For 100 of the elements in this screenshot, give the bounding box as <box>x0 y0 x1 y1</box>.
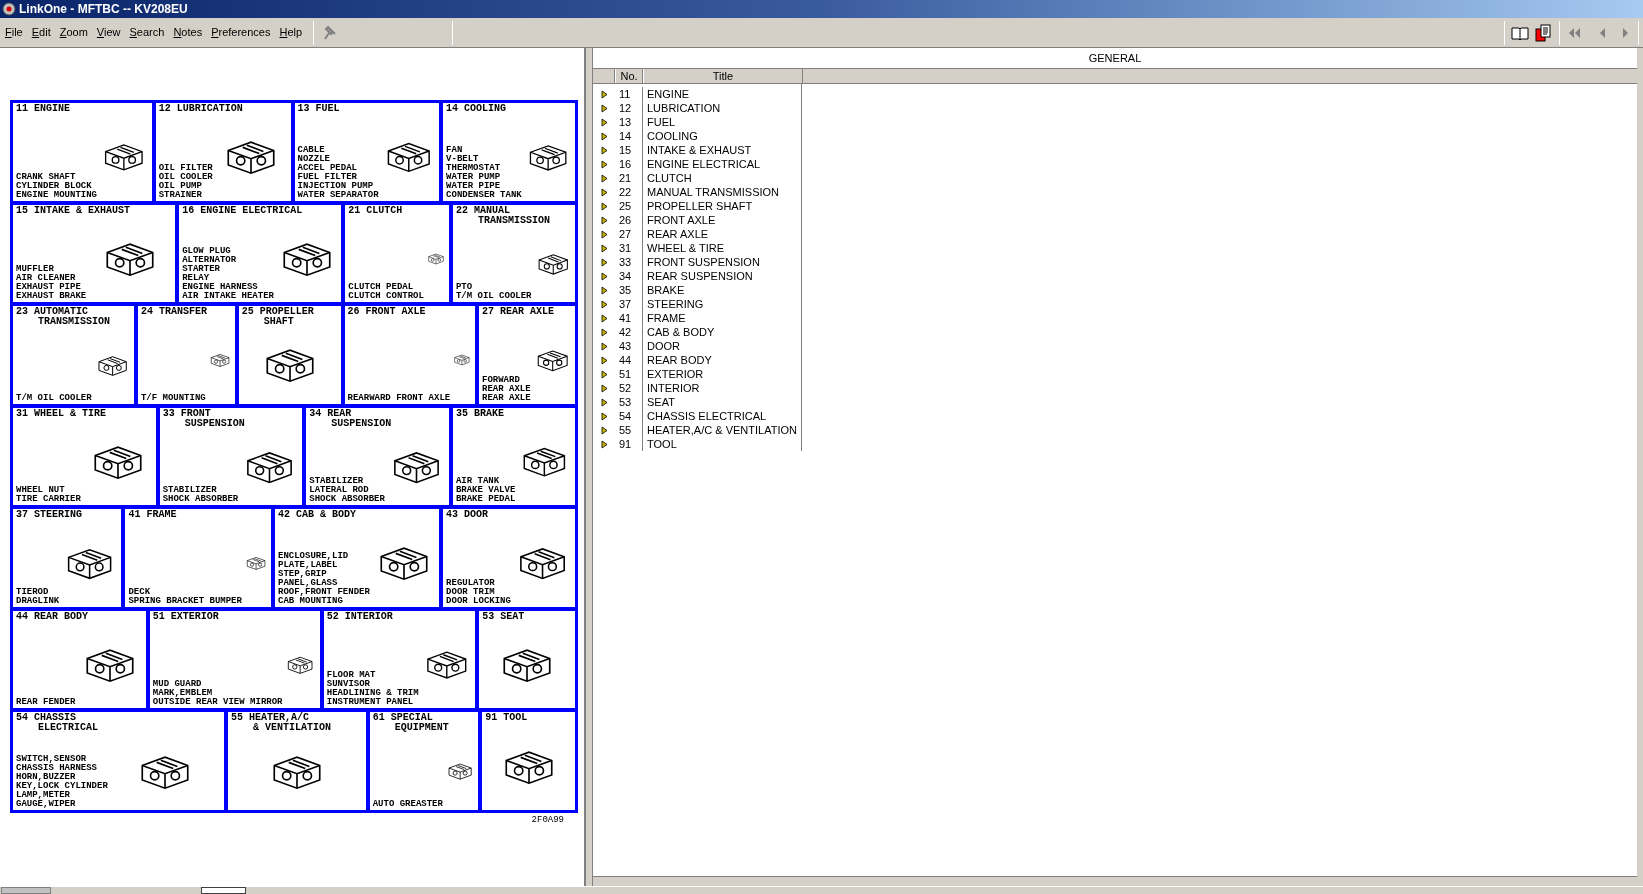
collapsed-arrow-icon[interactable] <box>599 187 609 197</box>
collapsed-arrow-icon[interactable] <box>599 397 609 407</box>
index-row[interactable]: 43 DOOR <box>593 339 801 353</box>
menu-item[interactable]: Zoom <box>59 24 88 41</box>
index-row[interactable]: 11 ENGINE <box>593 87 801 101</box>
collapsed-arrow-icon[interactable] <box>599 131 609 141</box>
index-row[interactable]: 15 INTAKE & EXHAUST <box>593 143 801 157</box>
collapsed-arrow-icon[interactable] <box>599 439 609 449</box>
collapsed-arrow-icon[interactable] <box>599 369 609 379</box>
collapsed-arrow-icon[interactable] <box>599 229 609 239</box>
index-row[interactable]: 51 EXTERIOR <box>593 367 801 381</box>
index-row[interactable]: 37 STEERING <box>593 297 801 311</box>
diagram-cell[interactable]: 25 PROPELLER SHAFT <box>238 306 341 404</box>
diagram-cell[interactable]: 55 HEATER,A/C & VENTILATION <box>227 712 366 811</box>
diagram-cell[interactable]: 23 AUTOMATIC TRANSMISSION T/M OIL COOLER <box>13 306 134 404</box>
index-row[interactable]: 91 TOOL <box>593 437 801 451</box>
index-row[interactable]: 12 LUBRICATION <box>593 101 801 115</box>
document-icon[interactable] <box>1535 23 1551 42</box>
index-row[interactable]: 22 MANUAL TRANSMISSION <box>593 185 801 199</box>
index-row[interactable]: 33 FRONT SUSPENSION <box>593 255 801 269</box>
index-row[interactable]: 14 COOLING <box>593 129 801 143</box>
diagram-cell[interactable]: 12 LUBRICATION OIL FILTER OIL COOLER OIL PUMP STRAINER <box>155 103 291 201</box>
collapsed-arrow-icon[interactable] <box>599 285 609 295</box>
collapsed-arrow-icon[interactable] <box>599 173 609 183</box>
diagram-cell[interactable]: 61 SPECIAL EQUIPMENT AUTO GREASTER <box>369 712 479 811</box>
menu-item[interactable]: File <box>5 24 23 41</box>
diagram-cell[interactable]: 43 DOOR REGULATOR DOOR TRIM DOOR LOCKING <box>443 509 575 607</box>
diagram-cell[interactable]: 41 FRAME DECK SPRING BRACKET BUMPER <box>125 509 271 607</box>
previous-icon[interactable] <box>1598 26 1606 39</box>
column-header[interactable]: No. <box>615 69 643 83</box>
index-row[interactable]: 34 REAR SUSPENSION <box>593 269 801 283</box>
collapsed-arrow-icon[interactable] <box>599 201 609 211</box>
collapsed-arrow-icon[interactable] <box>599 383 609 393</box>
diagram-cell[interactable]: 53 SEAT <box>479 610 575 709</box>
collapsed-arrow-icon[interactable] <box>599 425 609 435</box>
diagram-cell[interactable]: 22 MANUAL TRANSMISSION PTO T/M OIL COOLER <box>452 204 575 303</box>
collapsed-arrow-icon[interactable] <box>599 299 609 309</box>
collapsed-arrow-icon[interactable] <box>599 327 609 337</box>
menu-item[interactable]: Edit <box>31 24 51 41</box>
index-row[interactable]: 54 CHASSIS ELECTRICAL <box>593 409 801 423</box>
book-icon[interactable] <box>1511 24 1529 41</box>
index-row[interactable]: 41 FRAME <box>593 311 801 325</box>
collapsed-arrow-icon[interactable] <box>599 313 609 323</box>
diagram-cell[interactable]: 14 COOLING FAN V-BELT THERMOSTAT WATER PUMP WATER PIPE CONDENSER TANK <box>443 103 575 201</box>
next-icon[interactable] <box>1622 26 1630 39</box>
collapsed-arrow-icon[interactable] <box>599 257 609 267</box>
menu-item[interactable]: Search <box>129 24 165 41</box>
index-row[interactable]: 21 CLUTCH <box>593 171 801 185</box>
horizontal-scrollbar[interactable] <box>593 876 1637 886</box>
part-label: OIL COOLER <box>158 172 213 182</box>
diagram-cell[interactable]: 15 INTAKE & EXHAUST MUFFLER AIR CLEANER EXHAUST PIPE EXHAUST BRAKE <box>13 204 176 303</box>
collapsed-arrow-icon[interactable] <box>599 215 609 225</box>
collapsed-arrow-icon[interactable] <box>599 341 609 351</box>
collapsed-arrow-icon[interactable] <box>599 271 609 281</box>
diagram-cell[interactable]: 11 ENGINE CRANK SHAFT CYLINDER BLOCK ENGINE MOUNTING <box>13 103 152 201</box>
diagram-cell[interactable]: 35 BRAKE AIR TANK BRAKE VALVE BRAKE PEDAL <box>452 407 575 506</box>
taskbar-button[interactable] <box>201 887 246 894</box>
collapsed-arrow-icon[interactable] <box>599 159 609 169</box>
diagram-cell[interactable]: 51 EXTERIOR MUD GUARD MARK,EMBLEM OUTSIDE REAR VIEW MIRROR <box>149 610 320 709</box>
menu-item[interactable]: Notes <box>173 24 203 41</box>
collapsed-arrow-icon[interactable] <box>599 145 609 155</box>
diagram-cell[interactable]: 44 REAR BODY REAR FENDER <box>13 610 146 709</box>
diagram-cell[interactable]: 37 STEERING TIEROD DRAGLINK <box>13 509 122 607</box>
diagram-cell[interactable]: 52 INTERIOR FLOOR MAT SUNVISOR HEADLINING & TRIM INSTRUMENT PANEL <box>323 610 476 709</box>
menu-item[interactable]: View <box>96 24 121 41</box>
collapsed-arrow-icon[interactable] <box>599 243 609 253</box>
collapsed-arrow-icon[interactable] <box>599 117 609 127</box>
collapsed-arrow-icon[interactable] <box>599 355 609 365</box>
index-row[interactable]: 35 BRAKE <box>593 283 801 297</box>
index-row[interactable]: 53 SEAT <box>593 395 801 409</box>
diagram-cell[interactable]: 13 FUEL CABLE NOZZLE ACCEL PEDAL FUEL FILTER INJECTION PUMP WATER SEPARATOR <box>294 103 440 201</box>
index-row[interactable]: 31 WHEEL & TIRE <box>593 241 801 255</box>
diagram-cell[interactable]: 31 WHEEL & TIRE WHEEL NUT TIRE CARRIER <box>13 407 156 506</box>
index-row[interactable]: 44 REAR BODY <box>593 353 801 367</box>
index-row[interactable]: 16 ENGINE ELECTRICAL <box>593 157 801 171</box>
collapsed-arrow-icon[interactable] <box>599 411 609 421</box>
index-row[interactable]: 55 HEATER,A/C & VENTILATION <box>593 423 801 437</box>
collapsed-arrow-icon[interactable] <box>599 89 609 99</box>
section-title: STEERING <box>646 297 704 311</box>
menu-item[interactable]: Preferences <box>211 24 271 41</box>
first-page-icon[interactable] <box>1568 26 1582 39</box>
index-row[interactable]: 52 INTERIOR <box>593 381 801 395</box>
diagram-cell[interactable]: 54 CHASSIS ELECTRICAL SWITCH,SENSOR CHASSIS HARNESS HORN,BUZZER KEY,LOCK CYLINDER LAMP,METER GAUGE,WIPER <box>13 712 224 811</box>
diagram-cell[interactable]: 27 REAR AXLE FORWARD REAR AXLE REAR AXLE <box>479 306 575 404</box>
diagram-cell[interactable]: 24 TRANSFER T/F MOUNTING <box>137 306 235 404</box>
index-row[interactable]: 27 REAR AXLE <box>593 227 801 241</box>
diagram-cell[interactable]: 16 ENGINE ELECTRICAL GLOW PLUG ALTERNATOR STARTER RELAY ENGINE HARNESS AIR INTAKE HEATER <box>179 204 342 303</box>
diagram-cell[interactable]: 42 CAB & BODY ENCLOSURE,LID PLATE,LABEL STEP,GRIP PANEL,GLASS ROOF,FRONT FENDER CAB MOUNTING <box>275 509 440 607</box>
diagram-cell[interactable]: 91 TOOL <box>482 712 575 811</box>
index-row[interactable]: 42 CAB & BODY <box>593 325 801 339</box>
index-row[interactable]: 25 PROPELLER SHAFT <box>593 199 801 213</box>
collapsed-arrow-icon[interactable] <box>599 103 609 113</box>
diagram-cell[interactable]: 21 CLUTCH CLUTCH PEDAL CLUTCH CONTROL <box>345 204 449 303</box>
menu-item[interactable]: Help <box>279 24 303 41</box>
diagram-cell[interactable]: 33 FRONT SUSPENSION STABILIZER SHOCK ABSORBER <box>159 407 303 506</box>
index-row[interactable]: 26 FRONT AXLE <box>593 213 801 227</box>
column-header[interactable]: Title <box>643 69 803 83</box>
diagram-cell[interactable]: 26 FRONT AXLE REARWARD FRONT AXLE <box>344 306 475 404</box>
diagram-cell[interactable]: 34 REAR SUSPENSION STABILIZER LATERAL ROD SHOCK ABSORBER <box>306 407 449 506</box>
index-row[interactable]: 13 FUEL <box>593 115 801 129</box>
